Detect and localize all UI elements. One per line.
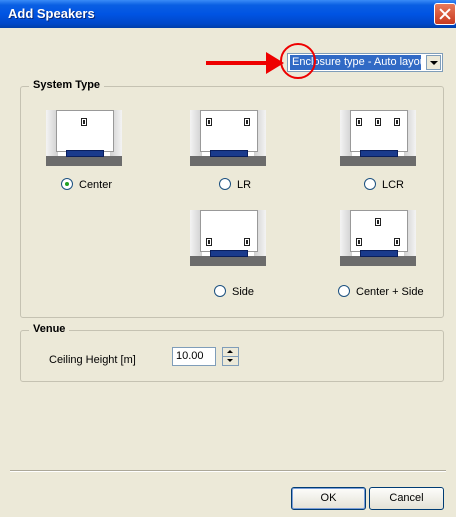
title-bar: Add Speakers [0, 0, 456, 28]
center-side-layout-icon [340, 210, 416, 266]
annotation-circle [280, 43, 316, 79]
ceiling-height-label: Ceiling Height [m] [49, 354, 136, 366]
radio-button[interactable] [364, 178, 376, 190]
chevron-down-icon[interactable] [426, 55, 441, 70]
radio-lcr-label: LCR [382, 179, 405, 191]
speaker-icon [206, 238, 212, 246]
annotation-arrow-shaft [206, 61, 270, 65]
speaker-icon [206, 118, 212, 126]
window-title: Add Speakers [8, 6, 95, 21]
radio-button[interactable] [219, 178, 231, 190]
speaker-icon [394, 238, 400, 246]
radio-center[interactable]: Center [61, 178, 112, 192]
close-button[interactable] [434, 3, 456, 25]
speaker-icon [375, 218, 381, 226]
radio-button[interactable] [214, 285, 226, 297]
side-layout-icon [190, 210, 266, 266]
speaker-icon [394, 118, 400, 126]
radio-center-side[interactable]: Center + Side [338, 285, 424, 299]
spin-up-icon[interactable] [223, 348, 238, 357]
radio-button[interactable] [338, 285, 350, 297]
spin-down-icon[interactable] [223, 357, 238, 365]
venue-legend: Venue [29, 323, 70, 335]
speaker-icon [244, 118, 250, 126]
radio-center-side-label: Center + Side [356, 286, 424, 298]
ceiling-height-input[interactable]: 10.00 [172, 347, 216, 366]
radio-lr-label: LR [237, 179, 252, 191]
cancel-button[interactable]: Cancel [369, 487, 444, 510]
speaker-icon [375, 118, 381, 126]
radio-button[interactable] [61, 178, 73, 190]
lr-layout-icon [190, 110, 266, 166]
radio-lcr[interactable]: LCR [364, 178, 404, 192]
radio-side-label: Side [232, 286, 255, 298]
radio-center-label: Center [79, 179, 113, 191]
lcr-layout-icon [340, 110, 416, 166]
speaker-icon [356, 118, 362, 126]
ok-button[interactable]: OK [291, 487, 366, 510]
ceiling-height-spinner[interactable] [222, 347, 239, 366]
radio-side[interactable]: Side [214, 285, 254, 299]
speaker-icon [244, 238, 250, 246]
system-type-legend: System Type [29, 79, 105, 91]
speaker-icon [356, 238, 362, 246]
center-layout-icon [46, 110, 122, 166]
speaker-icon [81, 118, 87, 126]
footer-separator [10, 470, 446, 472]
radio-lr[interactable]: LR [219, 178, 251, 192]
